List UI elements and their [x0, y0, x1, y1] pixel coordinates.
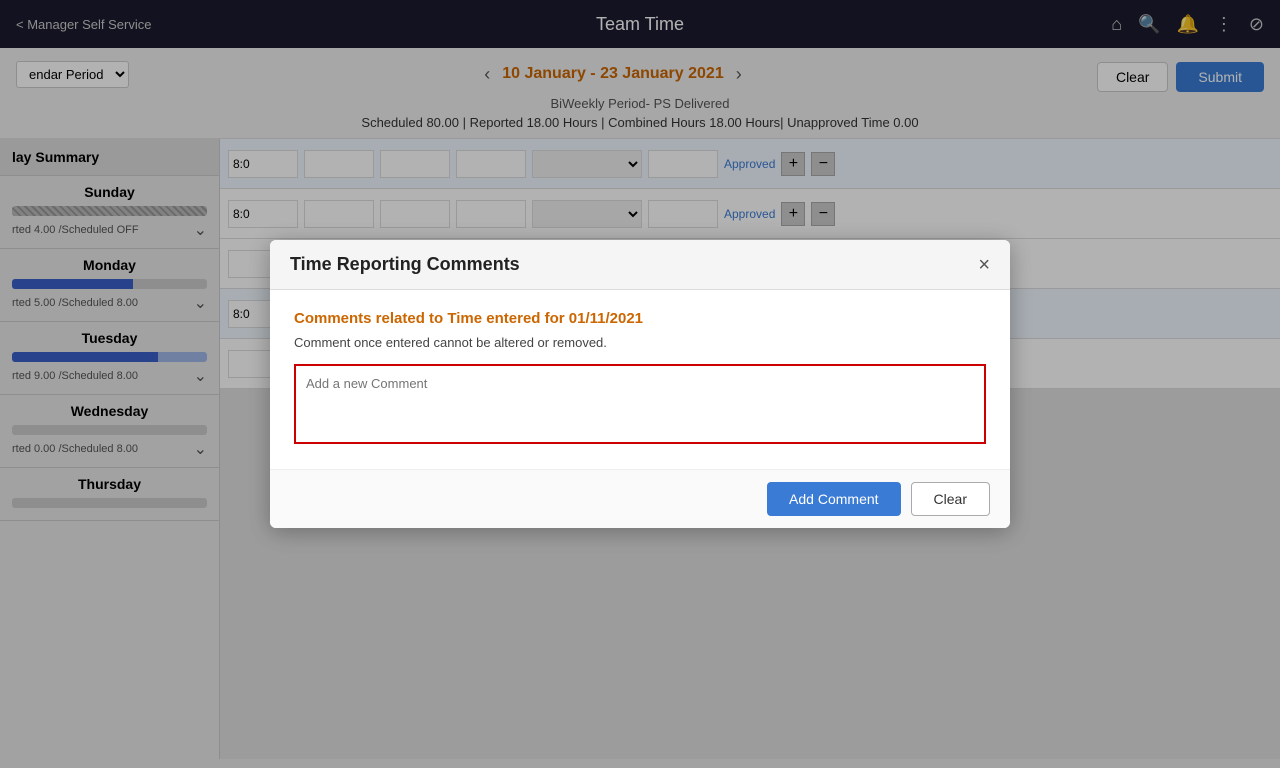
comment-textarea[interactable] [294, 364, 986, 444]
add-comment-button[interactable]: Add Comment [767, 482, 900, 516]
modal-title: Time Reporting Comments [290, 254, 520, 275]
modal-footer: Add Comment Clear [270, 469, 1010, 528]
modal-header: Time Reporting Comments × [270, 240, 1010, 290]
modal-overlay: Time Reporting Comments × Comments relat… [0, 0, 1280, 768]
modal-section-title: Comments related to Time entered for 01/… [294, 310, 986, 327]
close-button[interactable]: × [978, 255, 990, 275]
modal-dialog: Time Reporting Comments × Comments relat… [270, 240, 1010, 528]
modal-body: Comments related to Time entered for 01/… [270, 290, 1010, 469]
modal-note: Comment once entered cannot be altered o… [294, 335, 986, 350]
clear-modal-button[interactable]: Clear [911, 482, 990, 516]
